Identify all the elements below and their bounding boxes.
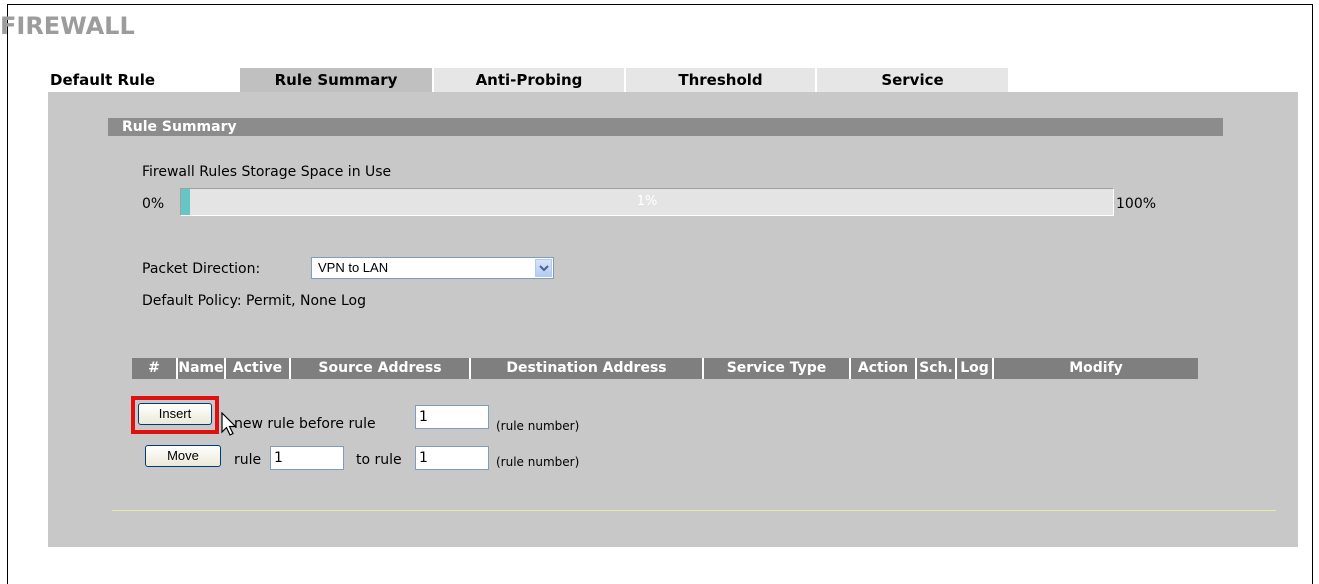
rule-summary-panel: Rule Summary Firewall Rules Storage Spac… — [48, 92, 1298, 547]
insert-button[interactable]: Insert — [138, 403, 212, 425]
rules-table-header: # Name Active Source Address Destination… — [132, 358, 1198, 379]
column-header-modify: Modify — [994, 358, 1198, 379]
tab-rule-summary[interactable]: Rule Summary — [240, 68, 432, 92]
move-to-rule-text: to rule — [356, 452, 402, 468]
tab-bar: Default Rule Rule Summary Anti-Probing T… — [48, 68, 1008, 92]
tab-anti-probing[interactable]: Anti-Probing — [432, 68, 624, 92]
move-to-rule-input[interactable]: 1 — [415, 446, 489, 470]
move-rule-text: rule — [234, 452, 262, 468]
packet-direction-label: Packet Direction: — [142, 261, 261, 277]
column-header-action: Action — [851, 358, 915, 379]
storage-value-label: 1% — [636, 194, 658, 209]
section-title: Rule Summary — [108, 118, 1223, 136]
insert-rule-number-input[interactable]: 1 — [415, 405, 489, 429]
tab-default-rule[interactable]: Default Rule — [48, 68, 240, 92]
column-header-active: Active — [226, 358, 289, 379]
column-header-number: # — [132, 358, 176, 379]
page-title: FIREWALL — [0, 12, 135, 40]
insert-rule-hint: (rule number) — [496, 419, 580, 433]
column-header-schedule: Sch. — [917, 358, 955, 379]
move-rule-hint: (rule number) — [496, 455, 580, 469]
move-button[interactable]: Move — [145, 445, 221, 467]
insert-rule-text: new rule before rule — [234, 416, 376, 432]
storage-progress-bar: 1% — [180, 188, 1114, 216]
packet-direction-select[interactable]: VPN to LAN — [311, 257, 554, 279]
storage-min-label: 0% — [142, 196, 165, 212]
move-from-rule-input[interactable]: 1 — [270, 446, 344, 470]
column-header-log: Log — [957, 358, 992, 379]
panel-divider — [112, 510, 1276, 511]
mouse-pointer-icon — [221, 411, 239, 442]
tab-service[interactable]: Service — [815, 68, 1008, 92]
chevron-down-icon[interactable] — [535, 259, 552, 277]
storage-max-label: 100% — [1116, 196, 1157, 212]
column-header-service-type: Service Type — [704, 358, 849, 379]
default-policy-text: Default Policy: Permit, None Log — [142, 293, 366, 309]
column-header-name: Name — [178, 358, 224, 379]
packet-direction-value: VPN to LAN — [318, 260, 389, 275]
storage-label: Firewall Rules Storage Space in Use — [142, 164, 392, 180]
tab-threshold[interactable]: Threshold — [624, 68, 815, 92]
column-header-source-address: Source Address — [291, 358, 469, 379]
column-header-destination-address: Destination Address — [471, 358, 702, 379]
